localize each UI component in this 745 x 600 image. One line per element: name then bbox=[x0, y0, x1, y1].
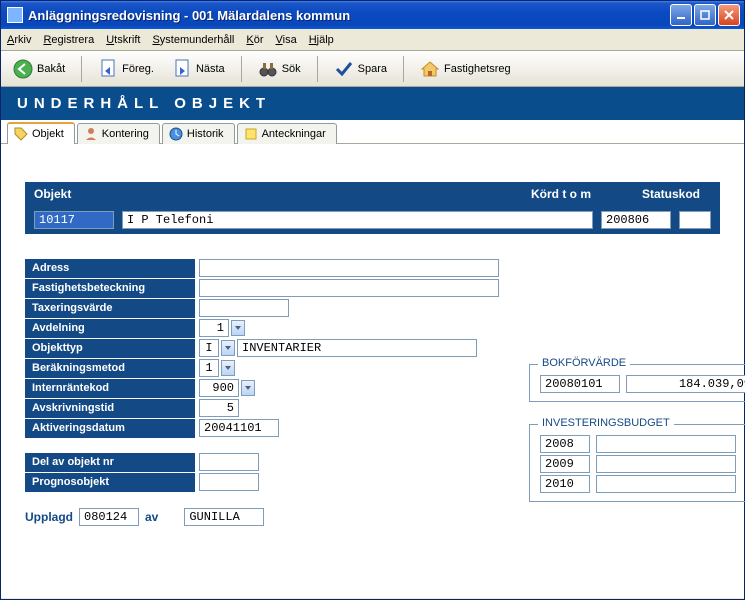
objekt-header-bar: Objekt Körd t o m Statuskod bbox=[25, 182, 720, 206]
titlebar: Anläggningsredovisning - 001 Mälardalens… bbox=[1, 1, 744, 29]
budget-year-2[interactable] bbox=[540, 475, 590, 493]
objekt-value-row bbox=[25, 206, 720, 234]
page-heading: UNDERHÅLL OBJEKT bbox=[1, 87, 744, 120]
budget-value-0[interactable] bbox=[596, 435, 736, 453]
tab-anteckningar[interactable]: Anteckningar bbox=[237, 123, 337, 144]
menu-visa[interactable]: Visa bbox=[276, 34, 297, 46]
menu-registrera[interactable]: Registrera bbox=[43, 34, 94, 46]
delav-field[interactable] bbox=[199, 453, 259, 471]
next-button[interactable]: Nästa bbox=[166, 57, 231, 81]
document-next-icon bbox=[172, 59, 192, 79]
budget-year-0[interactable] bbox=[540, 435, 590, 453]
avskrivningstid-label: Avskrivningstid bbox=[25, 399, 195, 418]
app-icon bbox=[7, 7, 23, 23]
upplagd-field[interactable] bbox=[79, 508, 139, 526]
prognos-label: Prognosobjekt bbox=[25, 473, 195, 492]
fastighet-field[interactable] bbox=[199, 279, 499, 297]
bokforvarde-amount-field[interactable] bbox=[626, 375, 745, 393]
internrante-label: Internräntekod bbox=[25, 379, 195, 398]
header-status-label: Statuskod bbox=[631, 187, 711, 201]
objekt-id-field[interactable] bbox=[34, 211, 114, 229]
bokforvarde-group: BOKFÖRVÄRDE bbox=[529, 364, 745, 402]
property-register-button[interactable]: Fastighetsreg bbox=[414, 57, 517, 81]
av-field[interactable] bbox=[184, 508, 264, 526]
internrante-field[interactable] bbox=[199, 379, 239, 397]
budget-year-1[interactable] bbox=[540, 455, 590, 473]
prev-button[interactable]: Föreg. bbox=[92, 57, 160, 81]
adress-field[interactable] bbox=[199, 259, 499, 277]
internrante-dropdown[interactable] bbox=[241, 380, 255, 396]
menu-kor[interactable]: Kör bbox=[246, 34, 263, 46]
content-pane: Objekt Körd t o m Statuskod Adress bbox=[1, 144, 744, 598]
menu-utskrift[interactable]: Utskrift bbox=[106, 34, 140, 46]
window-buttons bbox=[670, 4, 740, 26]
tab-historik[interactable]: Historik bbox=[162, 123, 235, 144]
created-by-row: Upplagd av bbox=[25, 508, 499, 526]
menu-systemunderhall[interactable]: Systemunderhåll bbox=[152, 34, 234, 46]
avdelning-label: Avdelning bbox=[25, 319, 195, 338]
binoculars-icon bbox=[258, 59, 278, 79]
search-button[interactable]: Sök bbox=[252, 57, 307, 81]
fastighet-label: Fastighetsbeteckning bbox=[25, 279, 195, 298]
header-objekt-label: Objekt bbox=[34, 187, 531, 201]
objekttyp-name-field[interactable] bbox=[237, 339, 477, 357]
menu-arkiv[interactable]: Arkiv bbox=[7, 34, 31, 46]
person-icon bbox=[84, 127, 98, 141]
clock-icon bbox=[169, 127, 183, 141]
taxering-field[interactable] bbox=[199, 299, 289, 317]
berakning-field[interactable] bbox=[199, 359, 219, 377]
back-button[interactable]: Bakåt bbox=[7, 57, 71, 81]
window-title: Anläggningsredovisning - 001 Mälardalens… bbox=[28, 8, 670, 23]
berakning-dropdown[interactable] bbox=[221, 360, 235, 376]
avdelning-field[interactable] bbox=[199, 319, 229, 337]
document-prev-icon bbox=[98, 59, 118, 79]
avskrivningstid-field[interactable] bbox=[199, 399, 239, 417]
delav-label: Del av objekt nr bbox=[25, 453, 195, 472]
header-kord-label: Körd t o m bbox=[531, 187, 631, 201]
back-arrow-icon bbox=[13, 59, 33, 79]
tab-objekt[interactable]: Objekt bbox=[7, 122, 75, 144]
adress-label: Adress bbox=[25, 259, 195, 278]
statuskod-field[interactable] bbox=[679, 211, 711, 229]
checkmark-icon bbox=[334, 59, 354, 79]
objekttyp-dropdown[interactable] bbox=[221, 340, 235, 356]
maximize-button[interactable] bbox=[694, 4, 716, 26]
objekttyp-label: Objekttyp bbox=[25, 339, 195, 358]
prognos-field[interactable] bbox=[199, 473, 259, 491]
objekttyp-code-field[interactable] bbox=[199, 339, 219, 357]
budget-legend: INVESTERINGSBUDGET bbox=[538, 417, 674, 429]
minimize-button[interactable] bbox=[670, 4, 692, 26]
av-label: av bbox=[145, 510, 158, 524]
tag-icon bbox=[14, 127, 28, 141]
aktivering-label: Aktiveringsdatum bbox=[25, 419, 195, 438]
budget-value-1[interactable] bbox=[596, 455, 736, 473]
note-icon bbox=[244, 127, 258, 141]
budget-group: INVESTERINGSBUDGET bbox=[529, 424, 745, 502]
tab-kontering[interactable]: Kontering bbox=[77, 123, 160, 144]
kord-field[interactable] bbox=[601, 211, 671, 229]
aktivering-field[interactable] bbox=[199, 419, 279, 437]
upplagd-label: Upplagd bbox=[25, 510, 73, 524]
taxering-label: Taxeringsvärde bbox=[25, 299, 195, 318]
tab-strip: Objekt Kontering Historik Anteckningar bbox=[1, 120, 744, 144]
house-icon bbox=[420, 59, 440, 79]
bokforvarde-legend: BOKFÖRVÄRDE bbox=[538, 357, 630, 369]
save-button[interactable]: Spara bbox=[328, 57, 393, 81]
close-button[interactable] bbox=[718, 4, 740, 26]
toolbar: Bakåt Föreg. Nästa Sök Spara bbox=[1, 51, 744, 87]
berakning-label: Beräkningsmetod bbox=[25, 359, 195, 378]
objekt-name-field[interactable] bbox=[122, 211, 593, 229]
budget-value-2[interactable] bbox=[596, 475, 736, 493]
menu-hjalp[interactable]: Hjälp bbox=[309, 34, 334, 46]
bokforvarde-date-field[interactable] bbox=[540, 375, 620, 393]
app-window: Anläggningsredovisning - 001 Mälardalens… bbox=[0, 0, 745, 600]
menubar: Arkiv Registrera Utskrift Systemunderhål… bbox=[1, 29, 744, 51]
avdelning-dropdown[interactable] bbox=[231, 320, 245, 336]
